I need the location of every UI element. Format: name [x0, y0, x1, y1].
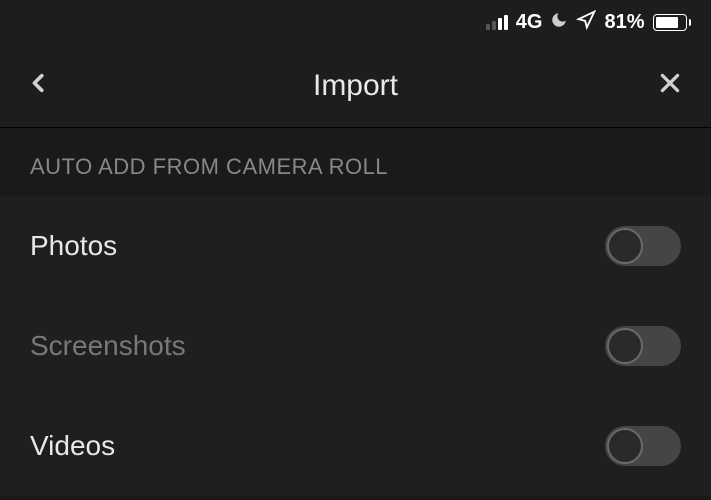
back-button[interactable] [28, 68, 50, 103]
setting-row-videos: Videos [0, 396, 711, 496]
battery-percentage: 81% [604, 11, 644, 34]
toggle-knob [607, 228, 643, 264]
page-title: Import [313, 69, 398, 103]
status-bar: 4G 81% [0, 0, 711, 44]
setting-label: Photos [30, 230, 117, 262]
toggle-knob [607, 428, 643, 464]
setting-row-screenshots: Screenshots [0, 296, 711, 396]
nav-bar: Import [0, 44, 711, 128]
section-header: AUTO ADD FROM CAMERA ROLL [0, 128, 711, 196]
toggle-photos[interactable] [605, 226, 681, 266]
section-header-label: AUTO ADD FROM CAMERA ROLL [30, 154, 681, 180]
network-label: 4G [516, 11, 543, 34]
toggle-knob [607, 328, 643, 364]
toggle-videos[interactable] [605, 426, 681, 466]
setting-row-photos: Photos [0, 196, 711, 296]
close-button[interactable] [657, 70, 683, 101]
moon-icon [550, 11, 568, 34]
setting-label: Screenshots [30, 330, 186, 362]
location-icon [576, 10, 596, 35]
setting-label: Videos [30, 430, 115, 462]
battery-icon [653, 14, 692, 31]
signal-icon [486, 14, 508, 30]
toggle-screenshots[interactable] [605, 326, 681, 366]
